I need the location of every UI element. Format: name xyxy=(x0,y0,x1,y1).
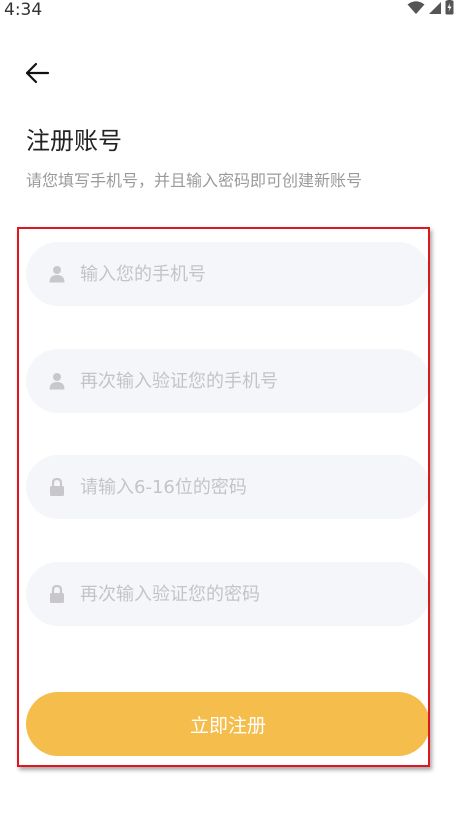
phone-confirm-input[interactable] xyxy=(80,370,380,392)
lock-icon xyxy=(48,585,66,603)
phone-input[interactable] xyxy=(80,263,380,285)
user-icon xyxy=(48,372,66,390)
password-confirm-field[interactable] xyxy=(26,562,430,626)
status-time: 4:34 xyxy=(4,0,43,20)
phone-field[interactable] xyxy=(26,242,430,306)
password-field[interactable] xyxy=(26,455,430,519)
password-confirm-input[interactable] xyxy=(80,583,380,605)
cell-signal-icon xyxy=(428,0,442,19)
register-button[interactable]: 立即注册 xyxy=(26,692,430,756)
phone-confirm-field[interactable] xyxy=(26,349,430,413)
page-subtitle: 请您填写手机号，并且输入密码即可创建新账号 xyxy=(26,171,363,190)
arrow-left-icon xyxy=(24,62,50,88)
page-title: 注册账号 xyxy=(26,127,122,155)
user-icon xyxy=(48,265,66,283)
register-screen: 4:34 注册账号 请您填写手机号，并且输入密码即可创建新账号 输入您的手机号 … xyxy=(0,0,458,820)
battery-icon xyxy=(445,0,454,19)
status-bar: 4:34 xyxy=(0,0,458,24)
wifi-icon xyxy=(407,0,425,19)
password-input[interactable] xyxy=(80,476,380,498)
lock-icon xyxy=(48,478,66,496)
back-button[interactable] xyxy=(22,60,52,90)
status-icons xyxy=(407,0,454,18)
